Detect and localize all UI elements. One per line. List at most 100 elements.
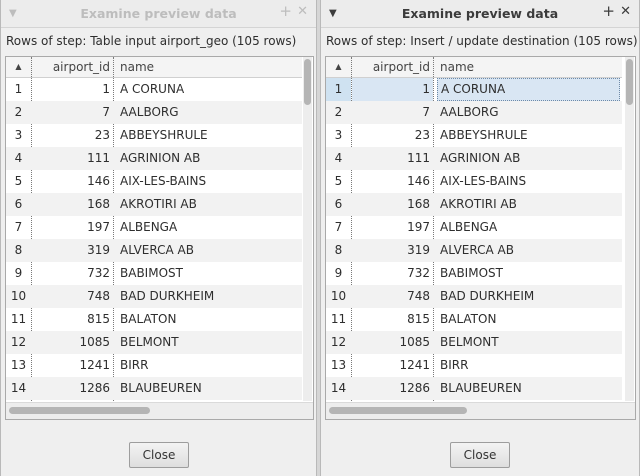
airport-id-cell[interactable]: 7 [32, 101, 113, 124]
row-index-cell[interactable]: 11 [326, 308, 351, 331]
table-row[interactable]: 14 1286 BLAUBEUREN [6, 377, 302, 400]
row-index-cell[interactable]: 4 [326, 147, 351, 170]
airport-id-cell[interactable]: 748 [352, 285, 433, 308]
airport-id-cell[interactable]: 1085 [32, 331, 113, 354]
row-index-cell[interactable]: 5 [326, 170, 351, 193]
name-cell[interactable]: BLAUBEUREN [117, 377, 202, 400]
table-row[interactable]: 12 1085 BELMONT [6, 331, 302, 354]
pin-icon[interactable]: + [602, 3, 615, 19]
table-row[interactable]: 2 7 AALBORG [6, 101, 302, 124]
table-row[interactable]: 12 1085 BELMONT [326, 331, 622, 354]
table-row[interactable]: 11 815 BALATON [6, 308, 302, 331]
airport-id-cell[interactable]: 168 [352, 193, 433, 216]
row-index-cell[interactable]: 1 [6, 78, 31, 101]
table-row[interactable]: 4 111 AGRINION AB [326, 147, 622, 170]
row-index-cell[interactable]: 1 [326, 78, 351, 101]
table-row[interactable]: 9 732 BABIMOST [6, 262, 302, 285]
name-cell[interactable]: ABBEYSHRULE [437, 124, 528, 147]
airport-id-cell[interactable]: 111 [32, 147, 113, 170]
airport-id-cell[interactable]: 1286 [352, 377, 433, 400]
name-cell[interactable]: BALATON [117, 308, 176, 331]
name-cell[interactable]: BELMONT [437, 331, 499, 354]
name-cell[interactable]: BELMONT [117, 331, 179, 354]
name-cell[interactable]: ALBENGA [117, 216, 177, 239]
table-row[interactable]: 3 23 ABBEYSHRULE [6, 124, 302, 147]
column-header-name[interactable]: name [437, 57, 474, 77]
table-row[interactable]: 13 1241 BIRR [326, 354, 622, 377]
row-index-cell[interactable]: 9 [6, 262, 31, 285]
name-cell[interactable]: BIRR [117, 354, 148, 377]
row-index-cell[interactable]: 10 [326, 285, 351, 308]
name-cell[interactable]: ABBEYSHRULE [117, 124, 208, 147]
scroll-thumb[interactable] [626, 59, 633, 105]
name-cell[interactable]: AIX-LES-BAINS [437, 170, 526, 193]
name-cell[interactable]: BIRR [437, 354, 468, 377]
column-header-airport-id[interactable]: airport_id [352, 57, 433, 77]
name-cell[interactable]: ALVERCA AB [437, 239, 514, 262]
airport-id-cell[interactable]: 197 [32, 216, 113, 239]
name-cell[interactable]: AKROTIRI AB [117, 193, 197, 216]
horizontal-scrollbar[interactable] [6, 402, 313, 419]
airport-id-cell[interactable]: 732 [352, 262, 433, 285]
name-cell[interactable]: AALBORG [437, 101, 499, 124]
row-index-cell[interactable]: 3 [326, 124, 351, 147]
table-row[interactable]: 11 815 BALATON [326, 308, 622, 331]
name-cell[interactable]: AIX-LES-BAINS [117, 170, 206, 193]
table-row[interactable]: 10 748 BAD DURKHEIM [6, 285, 302, 308]
table-row[interactable]: 6 168 AKROTIRI AB [6, 193, 302, 216]
row-index-cell[interactable]: 5 [6, 170, 31, 193]
name-cell[interactable]: AKROTIRI AB [437, 193, 517, 216]
airport-id-cell[interactable]: 111 [352, 147, 433, 170]
close-button[interactable]: Close [129, 442, 189, 468]
airport-id-cell[interactable]: 1286 [32, 377, 113, 400]
table-row[interactable]: 13 1241 BIRR [6, 354, 302, 377]
row-index-cell[interactable]: 12 [326, 331, 351, 354]
close-icon[interactable]: ✕ [620, 4, 631, 20]
name-cell[interactable]: A CORUNA [117, 78, 184, 101]
vertical-scrollbar[interactable] [303, 57, 312, 401]
scroll-thumb[interactable] [9, 407, 150, 414]
airport-id-cell[interactable]: 23 [352, 124, 433, 147]
row-index-cell[interactable]: 14 [326, 377, 351, 400]
title-bar[interactable]: ▼ Examine preview data + ✕ [1, 0, 316, 28]
sort-asc-icon[interactable]: ▲ [6, 57, 31, 77]
preview-table[interactable]: ▲ airport_id name 11A CORUNA 2 7 AALBORG 3 23… [5, 56, 314, 420]
sort-asc-icon[interactable]: ▲ [326, 57, 351, 77]
airport-id-cell[interactable]: 1 [32, 78, 113, 101]
airport-id-cell[interactable]: 319 [352, 239, 433, 262]
row-index-cell[interactable]: 8 [326, 239, 351, 262]
table-row[interactable]: 5 146 AIX-LES-BAINS [326, 170, 622, 193]
airport-id-cell[interactable]: 197 [352, 216, 433, 239]
row-index-cell[interactable]: 13 [6, 354, 31, 377]
preview-table[interactable]: ▲ airport_id name 11A CORUNA 2 7 AALBORG 3 23… [325, 56, 636, 420]
name-cell[interactable]: BAD DURKHEIM [117, 285, 214, 308]
row-index-cell[interactable]: 14 [6, 377, 31, 400]
name-cell[interactable]: BABIMOST [117, 262, 183, 285]
airport-id-cell[interactable]: 1241 [32, 354, 113, 377]
name-cell[interactable]: BLAUBEUREN [437, 377, 522, 400]
scroll-thumb[interactable] [304, 59, 311, 105]
airport-id-cell[interactable]: 319 [32, 239, 113, 262]
airport-id-cell[interactable]: 168 [32, 193, 113, 216]
airport-id-cell[interactable]: 7 [352, 101, 433, 124]
table-row[interactable]: 6 168 AKROTIRI AB [326, 193, 622, 216]
row-index-cell[interactable]: 11 [6, 308, 31, 331]
table-row[interactable]: 10 748 BAD DURKHEIM [326, 285, 622, 308]
row-index-cell[interactable]: 9 [326, 262, 351, 285]
row-index-cell[interactable]: 4 [6, 147, 31, 170]
table-row[interactable]: 2 7 AALBORG [326, 101, 622, 124]
horizontal-scrollbar[interactable] [326, 402, 635, 419]
close-icon[interactable]: ✕ [297, 4, 308, 20]
airport-id-cell[interactable]: 815 [352, 308, 433, 331]
name-cell[interactable]: AGRINION AB [117, 147, 200, 170]
row-index-cell[interactable]: 6 [6, 193, 31, 216]
column-header-airport-id[interactable]: airport_id [32, 57, 113, 77]
table-row[interactable]: 9 732 BABIMOST [326, 262, 622, 285]
row-index-cell[interactable]: 7 [326, 216, 351, 239]
airport-id-cell[interactable]: 815 [32, 308, 113, 331]
title-bar[interactable]: ▼ Examine preview data + ✕ [321, 0, 639, 28]
row-index-cell[interactable]: 6 [326, 193, 351, 216]
column-header-name[interactable]: name [117, 57, 154, 77]
name-cell[interactable]: AALBORG [117, 101, 179, 124]
row-index-cell[interactable]: 10 [6, 285, 31, 308]
